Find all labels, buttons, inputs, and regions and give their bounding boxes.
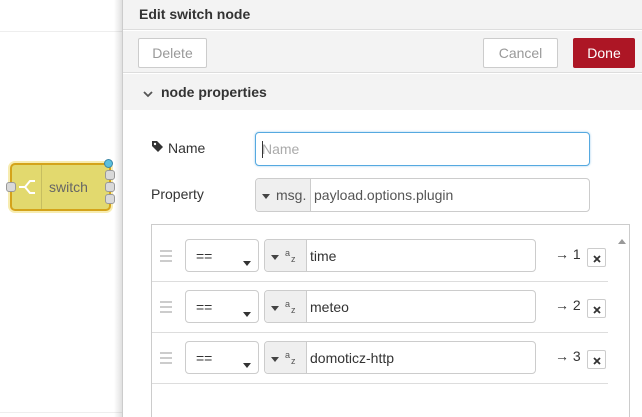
property-field[interactable]: msg. payload.options.plugin bbox=[255, 178, 590, 212]
cancel-button[interactable]: Cancel bbox=[483, 38, 558, 68]
done-button[interactable]: Done bbox=[573, 38, 635, 68]
az-string-icon: az bbox=[285, 298, 296, 315]
rule-value: meteo bbox=[310, 299, 349, 315]
switch-node[interactable]: switch bbox=[6, 159, 115, 211]
tray-title: Edit switch node bbox=[139, 6, 251, 22]
grid-line bbox=[0, 412, 122, 413]
output-label: → 2 bbox=[555, 297, 581, 313]
operator-select[interactable]: == bbox=[185, 290, 259, 323]
close-icon bbox=[592, 250, 601, 266]
property-prefix: msg. bbox=[276, 187, 307, 203]
name-input[interactable] bbox=[255, 132, 590, 166]
output-label: → 1 bbox=[555, 246, 581, 262]
workspace-canvas[interactable]: switch bbox=[0, 0, 122, 417]
caret-down-icon bbox=[271, 350, 279, 366]
grid-line bbox=[0, 31, 122, 32]
scroll-up-icon[interactable] bbox=[618, 231, 626, 247]
drag-handle-icon[interactable] bbox=[160, 250, 172, 265]
caret-down-icon bbox=[243, 356, 251, 372]
value-type-select[interactable]: az bbox=[265, 291, 307, 322]
node-label: switch bbox=[49, 179, 88, 195]
text-cursor bbox=[262, 141, 263, 158]
operator-value: == bbox=[196, 349, 213, 366]
operator-select[interactable]: == bbox=[185, 239, 259, 272]
tray-header: Edit switch node bbox=[123, 0, 642, 30]
remove-rule-button[interactable] bbox=[587, 248, 606, 267]
remove-rule-button[interactable] bbox=[587, 350, 606, 369]
section-header-node-properties[interactable]: node properties bbox=[123, 74, 642, 110]
rule-value: domoticz-http bbox=[310, 350, 395, 366]
rule-row: == az meteo → 2 bbox=[152, 282, 608, 333]
tray-toolbar: Delete Cancel Done bbox=[123, 31, 642, 73]
chevron-down-icon bbox=[143, 86, 153, 102]
property-value[interactable]: payload.options.plugin bbox=[314, 187, 453, 203]
drag-handle-icon[interactable] bbox=[160, 301, 172, 316]
rule-value-field[interactable]: az meteo bbox=[264, 290, 536, 323]
operator-select[interactable]: == bbox=[185, 341, 259, 374]
rule-value-field[interactable]: az domoticz-http bbox=[264, 341, 536, 374]
rule-row: == az domoticz-http → 3 bbox=[152, 333, 608, 384]
caret-down-icon bbox=[262, 187, 270, 203]
output-label: → 3 bbox=[555, 348, 581, 364]
edit-tray: Edit switch node Delete Cancel Done node… bbox=[122, 0, 642, 417]
switch-node-icon bbox=[12, 165, 42, 209]
remove-rule-button[interactable] bbox=[587, 299, 606, 318]
tag-icon bbox=[151, 140, 164, 156]
input-port[interactable] bbox=[6, 182, 16, 192]
value-type-select[interactable]: az bbox=[265, 240, 307, 271]
value-type-select[interactable]: az bbox=[265, 342, 307, 373]
property-label: Property bbox=[151, 186, 204, 202]
section-label: node properties bbox=[161, 84, 267, 100]
close-icon bbox=[592, 352, 601, 368]
name-label-text: Name bbox=[168, 140, 206, 156]
az-string-icon: az bbox=[285, 349, 296, 366]
operator-value: == bbox=[196, 298, 213, 315]
delete-button[interactable]: Delete bbox=[138, 38, 207, 68]
caret-down-icon bbox=[271, 248, 279, 264]
caret-down-icon bbox=[271, 299, 279, 315]
rule-row: == az time → 1 bbox=[152, 231, 608, 282]
rules-list: == az time → 1 == a z meteo → 2 == a z d… bbox=[151, 224, 630, 417]
operator-value: == bbox=[196, 247, 213, 264]
close-icon bbox=[592, 301, 601, 317]
name-label: Name bbox=[151, 140, 205, 156]
rule-value-field[interactable]: az time bbox=[264, 239, 536, 272]
az-string-icon: az bbox=[285, 247, 296, 264]
rule-value: time bbox=[310, 248, 337, 264]
caret-down-icon bbox=[243, 254, 251, 270]
drag-handle-icon[interactable] bbox=[160, 352, 172, 367]
property-type-select[interactable]: msg. bbox=[256, 179, 311, 211]
changed-indicator bbox=[104, 159, 113, 168]
scrollbar[interactable] bbox=[615, 225, 629, 417]
tray-shadow bbox=[114, 0, 122, 417]
caret-down-icon bbox=[243, 305, 251, 321]
